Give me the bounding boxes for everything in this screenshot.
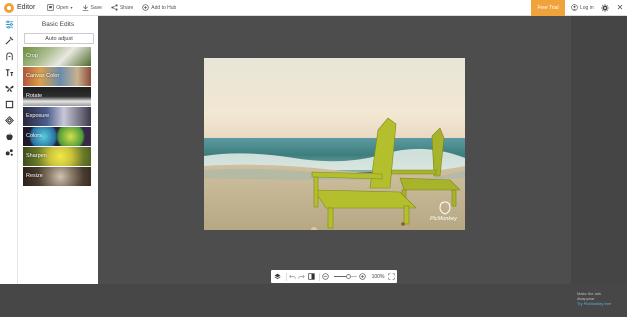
tile-resize[interactable]: Resize <box>23 167 91 186</box>
watermark-text: PicMonkey <box>430 216 458 222</box>
save-label: Save <box>90 4 102 11</box>
zoom-value: 100% <box>371 273 385 280</box>
tile-sharpen[interactable]: Sharpen <box>23 147 91 166</box>
free-trial-button[interactable]: Free Trial <box>531 0 565 16</box>
add-to-hub-button[interactable]: Add to Hub <box>142 4 176 11</box>
layers-button[interactable] <box>274 272 282 281</box>
open-icon <box>47 4 54 11</box>
compare-button[interactable] <box>308 272 316 281</box>
magic-wand-icon <box>5 36 13 44</box>
top-bar: Editor Open ▾ Save Share Add to Hub Free… <box>0 0 627 16</box>
ad-link[interactable]: Try PicMonkey free <box>577 301 625 306</box>
close-icon: ✕ <box>616 3 624 12</box>
beach-photo: PicMonkey <box>204 58 465 230</box>
gear-icon <box>601 3 609 12</box>
zoom-out-button[interactable] <box>322 272 330 281</box>
zoom-slider[interactable] <box>333 272 358 281</box>
save-button[interactable]: Save <box>82 4 102 11</box>
user-icon <box>571 4 578 11</box>
tool-text[interactable] <box>0 64 18 80</box>
texture-icon <box>4 115 14 125</box>
login-button[interactable]: Log in <box>571 4 597 11</box>
redo-button[interactable] <box>298 272 306 281</box>
tile-label: Exposure <box>26 113 50 119</box>
touch-up-icon <box>5 148 13 156</box>
tool-themes[interactable] <box>0 128 18 144</box>
edit-tiles: Crop Canvas Color Rotate Exposure Colors… <box>23 47 91 186</box>
zoom-out-icon <box>322 273 329 280</box>
zoom-in-icon <box>359 273 366 280</box>
app-logo[interactable]: Editor <box>4 2 36 13</box>
compare-icon <box>308 273 315 280</box>
tile-label: Crop <box>26 53 38 59</box>
app-title: Editor <box>17 4 36 11</box>
redo-icon <box>298 274 306 279</box>
settings-button[interactable] <box>597 3 613 12</box>
tile-colors[interactable]: Colors <box>23 127 91 146</box>
open-label: Open <box>56 4 69 11</box>
share-label: Share <box>119 4 134 11</box>
tool-textures[interactable] <box>0 112 18 128</box>
tool-basic-edits[interactable] <box>0 16 18 32</box>
tool-frames[interactable] <box>0 96 18 112</box>
picmonkey-logo-icon <box>4 2 14 13</box>
share-button[interactable]: Share <box>111 4 133 11</box>
photo-canvas[interactable]: PicMonkey <box>204 58 465 230</box>
tile-label: Colors <box>26 133 42 139</box>
tile-crop[interactable]: Crop <box>23 47 91 66</box>
apple-icon <box>5 132 13 140</box>
panel-title: Basic Edits <box>41 21 75 28</box>
save-icon <box>82 4 89 11</box>
open-button[interactable]: Open ▾ <box>47 4 73 11</box>
tool-overlays[interactable] <box>0 80 18 96</box>
frame-icon <box>5 100 13 108</box>
close-button[interactable]: ✕ <box>613 3 627 12</box>
expand-icon <box>388 273 395 280</box>
tool-touch-up[interactable] <box>0 48 18 64</box>
canvas-area: PicMonkey <box>98 16 571 284</box>
share-icon <box>111 4 118 11</box>
ad-notice: Make the ads disappear Try PicMonkey fre… <box>577 291 625 306</box>
tile-label: Resize <box>26 173 43 179</box>
login-label: Log in <box>580 4 594 11</box>
fit-screen-button[interactable] <box>387 272 395 281</box>
tile-exposure[interactable]: Exposure <box>23 107 91 126</box>
bottom-bar <box>0 284 627 317</box>
tile-label: Rotate <box>26 93 43 99</box>
undo-button[interactable] <box>288 272 296 281</box>
auto-adjust-button[interactable]: Auto adjust <box>24 33 94 44</box>
tool-strip <box>0 16 18 284</box>
basic-edits-panel: Basic Edits Auto adjust Crop Canvas Colo… <box>18 16 98 284</box>
tool-more[interactable] <box>0 144 18 160</box>
tile-canvas-color[interactable]: Canvas Color <box>23 67 91 86</box>
tile-label: Sharpen <box>26 153 47 159</box>
sliders-icon <box>5 19 13 29</box>
tool-effects[interactable] <box>0 32 18 48</box>
layers-icon <box>274 273 281 280</box>
add-to-hub-label: Add to Hub <box>151 4 177 11</box>
face-icon <box>5 51 13 60</box>
hub-icon <box>142 4 149 11</box>
right-sidebar <box>571 16 627 284</box>
chevron-down-icon: ▾ <box>70 5 73 10</box>
zoom-handle[interactable] <box>346 274 352 279</box>
tile-rotate[interactable]: Rotate <box>23 87 91 106</box>
zoom-toolbar: 100% <box>271 270 397 283</box>
butterfly-icon <box>4 85 14 92</box>
text-icon <box>5 68 13 76</box>
tile-label: Canvas Color <box>26 73 60 79</box>
zoom-in-button[interactable] <box>359 272 367 281</box>
undo-icon <box>288 274 296 279</box>
